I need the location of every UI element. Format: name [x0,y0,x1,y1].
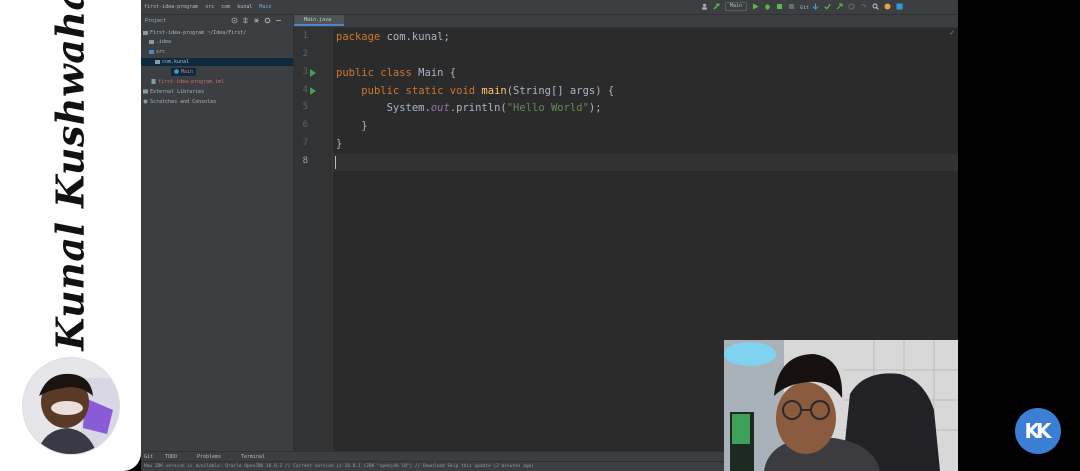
code-line-7: } [336,138,343,150]
brand-name: Kunal Kushwaha [47,0,93,351]
kk-logo-text: KK [1024,419,1052,443]
git-label-icon[interactable]: Git [800,3,809,11]
tree-item-idea[interactable]: .idea [149,38,171,46]
tree-item-external-libraries[interactable]: External Libraries [143,88,204,96]
line-number: 3 [302,67,308,77]
package-icon [155,59,160,64]
class-icon [174,69,179,74]
kk-logo: KK [1015,408,1061,454]
brand-panel: Kunal Kushwaha [0,0,141,471]
debug-icon[interactable] [764,3,771,10]
gear-icon[interactable] [264,17,271,24]
project-panel-title[interactable]: Project [145,18,166,24]
line-number: 7 [302,138,308,148]
editor-tab-bar: Main.java [294,15,958,28]
code-line-5: System.out.println("Hello World"); [386,102,602,114]
breadcrumb-item[interactable]: com [221,4,230,10]
tree-item-package[interactable]: com.kunal [141,58,293,66]
tree-item-src[interactable]: src [149,48,165,56]
line-number: 5 [302,102,308,112]
code-line-1: package com.kunal; [336,31,450,43]
minimize-icon[interactable] [275,17,282,24]
search-icon[interactable] [872,3,879,10]
breadcrumb-item[interactable]: src [205,4,214,10]
inspection-ok-icon[interactable]: ✓ [949,29,955,37]
coverage-icon[interactable] [776,3,783,10]
rollback-icon[interactable] [860,3,867,10]
tree-item-project-root[interactable]: First-idea-program ~/Idea/First/ [143,29,246,37]
locate-icon[interactable] [231,17,238,24]
project-panel: Project First-idea-program ~/Idea/First/… [141,15,294,451]
breadcrumb-item[interactable]: first-idea-program [144,4,198,10]
status-message[interactable]: New JDK version is available: Oracle Ope… [144,464,534,469]
webcam-overlay [724,340,958,471]
line-number-gutter: 1 2 3 4 5 6 7 8 [294,28,333,451]
line-number: 2 [302,49,308,59]
run-class-icon[interactable] [310,69,316,77]
code-line-4: public static void main(String[] args) { [361,85,615,97]
folder-icon [149,39,154,44]
folder-icon [143,30,148,35]
settings-icon[interactable] [884,3,891,10]
git-push-icon[interactable] [836,3,843,10]
library-icon [143,89,148,94]
tree-item-main-class[interactable]: Main [171,68,197,76]
line-number: 4 [302,85,308,95]
breadcrumb-item[interactable]: kunal [237,4,252,10]
tool-problems[interactable]: Problems [197,454,221,460]
user-icon[interactable] [701,3,708,10]
file-icon [151,79,156,84]
jetbrains-icon[interactable] [896,3,903,10]
run-config-select[interactable]: Main [725,2,748,11]
current-line-highlight [333,154,958,171]
avatar [22,357,120,455]
collapse-all-icon[interactable] [253,17,260,24]
expand-all-icon[interactable] [242,17,249,24]
svg-text:Git: Git [800,5,809,10]
tool-git[interactable]: Git [144,454,153,460]
line-number: 8 [302,156,308,166]
text-caret [335,156,336,169]
scratches-icon [143,99,148,104]
code-line-6: } [336,120,368,132]
hammer-icon[interactable] [713,3,720,10]
git-update-icon[interactable] [812,3,819,10]
git-commit-icon[interactable] [824,3,831,10]
stop-icon[interactable] [788,3,795,10]
breadcrumb: first-idea-program src com kunal Main [144,4,275,10]
tree-item-scratches[interactable]: Scratches and Consoles [143,98,216,106]
tool-terminal[interactable]: Terminal [241,454,265,460]
tab-main-java[interactable]: Main.java [294,15,344,26]
run-method-icon[interactable] [310,87,316,95]
project-panel-header: Project [145,17,293,25]
breadcrumb-item[interactable]: Main [259,4,271,10]
source-folder-icon [149,49,154,54]
tree-item-iml[interactable]: first-idea-program.iml [151,78,224,86]
line-number: 6 [302,120,308,130]
history-icon[interactable] [848,3,855,10]
main-toolbar: first-idea-program src com kunal Main Ma… [141,0,958,15]
line-number: 1 [302,31,308,41]
tool-todo[interactable]: TODO [165,454,177,460]
run-icon[interactable] [752,3,759,10]
code-line-3: public class Main { [336,67,457,79]
